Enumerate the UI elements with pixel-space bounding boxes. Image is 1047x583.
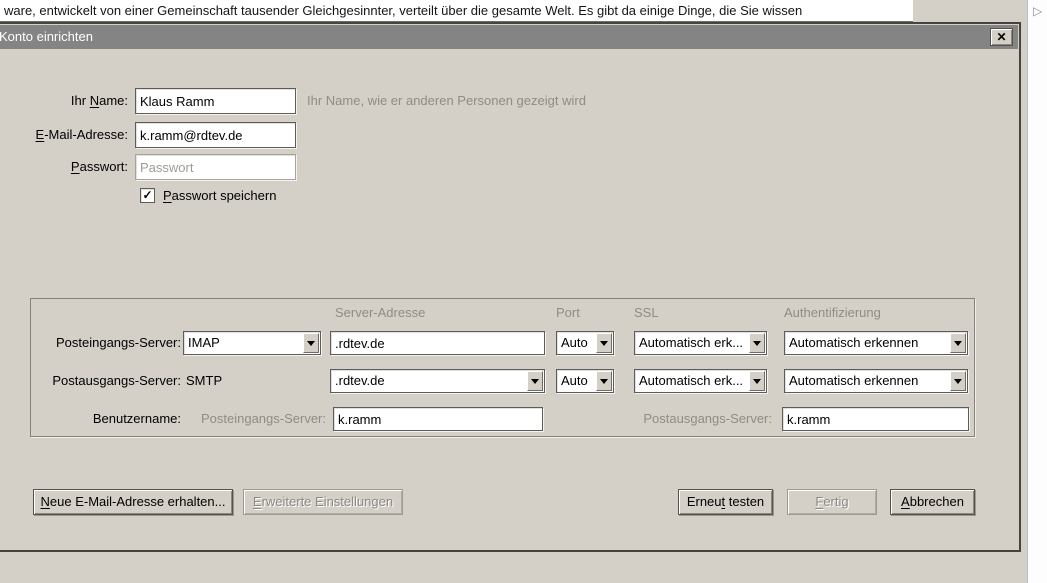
dropdown-arrow-icon[interactable] bbox=[596, 333, 612, 353]
checkmark-icon: ✓ bbox=[142, 188, 153, 202]
outgoing-ssl-select[interactable]: Automatisch erk... bbox=[634, 369, 767, 393]
incoming-server-label: Posteingangs-Server: bbox=[55, 335, 181, 350]
dropdown-arrow-icon[interactable] bbox=[596, 371, 612, 391]
collapsed-sidebar-rail: ▷ bbox=[1027, 0, 1047, 583]
column-header-server-address: Server-Adresse bbox=[335, 305, 426, 320]
email-input[interactable] bbox=[135, 122, 296, 148]
background-sentence: ware, entwickelt von einer Gemeinschaft … bbox=[4, 3, 803, 18]
username-outgoing-label: Postausgangs-Server: bbox=[643, 411, 772, 426]
name-hint: Ihr Name, wie er anderen Personen gezeig… bbox=[307, 93, 586, 108]
dialog-titlebar: Konto einrichten ✕ bbox=[0, 25, 1018, 49]
username-label: Benutzername: bbox=[92, 411, 181, 426]
dropdown-arrow-icon[interactable] bbox=[303, 333, 319, 353]
outgoing-auth-select[interactable]: Automatisch erkennen bbox=[784, 369, 968, 393]
server-settings-group: Server-Adresse Port SSL Authentifizierun… bbox=[30, 298, 975, 437]
incoming-protocol-select[interactable]: IMAP bbox=[183, 331, 321, 355]
incoming-auth-select[interactable]: Automatisch erkennen bbox=[784, 331, 968, 355]
username-outgoing-input[interactable] bbox=[782, 407, 969, 431]
outgoing-server-address-select[interactable]: .rdtev.de bbox=[330, 369, 545, 393]
incoming-ssl-select[interactable]: Automatisch erk... bbox=[634, 331, 767, 355]
dropdown-arrow-icon[interactable] bbox=[950, 333, 966, 353]
cancel-button[interactable]: Abbrechen bbox=[890, 489, 975, 515]
password-label: Passwort: bbox=[70, 159, 128, 174]
incoming-port-select[interactable]: Auto bbox=[556, 331, 614, 355]
close-icon[interactable]: ✕ bbox=[990, 28, 1013, 46]
email-label: E-Mail-Adresse: bbox=[35, 127, 128, 142]
username-incoming-label: Posteingangs-Server: bbox=[200, 411, 326, 426]
remember-password-checkbox[interactable]: ✓ bbox=[140, 188, 155, 203]
dropdown-arrow-icon[interactable] bbox=[950, 371, 966, 391]
username-incoming-input[interactable] bbox=[333, 407, 543, 431]
column-header-auth: Authentifizierung bbox=[784, 305, 881, 320]
remember-password-label: Passwort speichern bbox=[163, 188, 277, 203]
password-input[interactable] bbox=[135, 154, 296, 180]
name-label: Ihr Name: bbox=[70, 93, 128, 108]
dialog-title: Konto einrichten bbox=[0, 29, 93, 44]
dropdown-arrow-icon[interactable] bbox=[527, 371, 543, 391]
column-header-ssl: SSL bbox=[634, 305, 659, 320]
done-button: Fertig bbox=[787, 489, 877, 515]
get-new-address-button[interactable]: Neue E-Mail-Adresse erhalten... bbox=[33, 489, 233, 515]
name-input[interactable] bbox=[135, 88, 296, 114]
retest-button[interactable]: Erneut testen bbox=[678, 489, 773, 515]
outgoing-protocol-text: SMTP bbox=[186, 373, 223, 388]
dialog-body: Ihr Name: Ihr Name, wie er anderen Perso… bbox=[0, 49, 1019, 550]
account-setup-dialog: Konto einrichten ✕ Ihr Name: Ihr Name, w… bbox=[0, 22, 1021, 552]
column-header-port: Port bbox=[556, 305, 580, 320]
dropdown-arrow-icon[interactable] bbox=[749, 371, 765, 391]
outgoing-port-select[interactable]: Auto bbox=[556, 369, 614, 393]
splitter-arrow-icon[interactable]: ▷ bbox=[1033, 4, 1042, 18]
outgoing-server-label: Postausgangs-Server: bbox=[52, 373, 181, 388]
incoming-server-address-input[interactable] bbox=[330, 331, 545, 355]
background-content-text: ware, entwickelt von einer Gemeinschaft … bbox=[0, 0, 913, 22]
advanced-settings-button: Erweiterte Einstellungen bbox=[243, 489, 403, 515]
dropdown-arrow-icon[interactable] bbox=[749, 333, 765, 353]
